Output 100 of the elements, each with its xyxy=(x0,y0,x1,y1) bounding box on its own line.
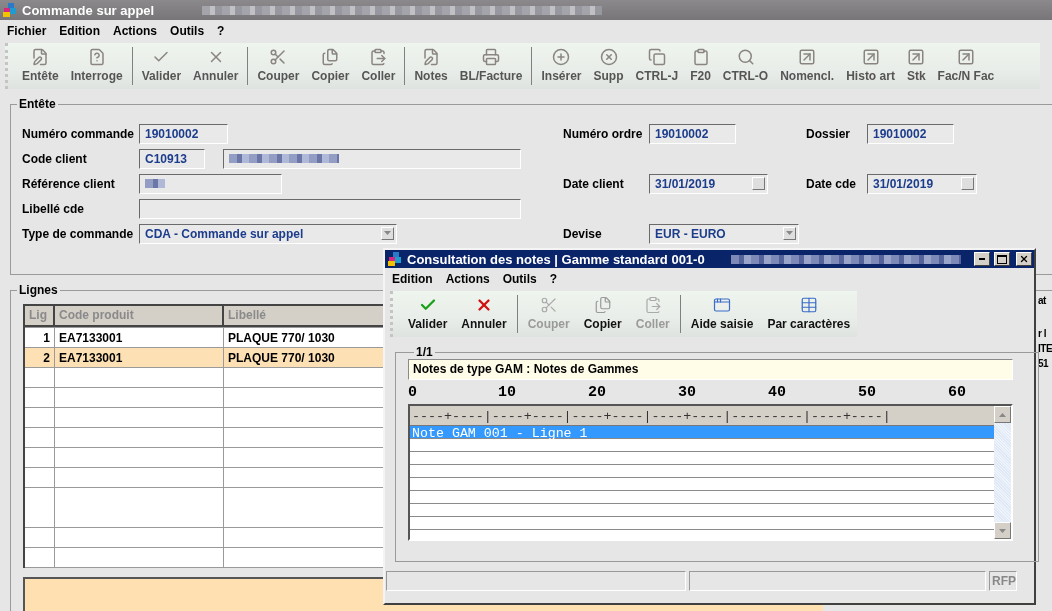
menu-item[interactable]: Edition xyxy=(59,23,101,38)
app-logo-icon xyxy=(2,2,18,18)
text-field[interactable] xyxy=(139,198,521,219)
printer-icon xyxy=(482,48,501,66)
field-label: at xyxy=(1038,295,1046,306)
scissors-icon xyxy=(539,296,558,314)
text-field[interactable] xyxy=(223,148,521,169)
text-field[interactable]: C10913 xyxy=(139,148,205,169)
field-label: Dossier xyxy=(806,126,852,141)
ruler-tick: 60 xyxy=(948,383,967,401)
toolbar-button[interactable]: Annuler xyxy=(187,43,245,89)
app-logo-icon xyxy=(387,251,403,267)
toolbar-button[interactable]: Fac/N Fac xyxy=(931,43,1001,89)
clipboard-icon xyxy=(691,48,710,66)
status-code: RFP xyxy=(989,571,1017,591)
toolbar-button[interactable]: CTRL-J xyxy=(629,43,685,89)
dropdown[interactable]: CDA - Commande sur appel xyxy=(139,223,397,244)
date-field[interactable]: 31/01/2019 xyxy=(649,173,768,194)
up-arrow-icon xyxy=(999,412,1006,417)
calendar-button[interactable] xyxy=(961,176,974,190)
caret-icon xyxy=(786,231,793,235)
toolbar-button[interactable]: BL/Facture xyxy=(453,43,529,89)
dialog-title: Consultation des notes | Gamme standard 001-0 xyxy=(407,251,705,267)
ruler-tick: 20 xyxy=(588,383,607,401)
paste-icon xyxy=(369,48,388,66)
caret-icon xyxy=(384,231,391,235)
toolbar-button[interactable]: Insérer xyxy=(535,43,588,89)
field-label: Numéro ordre xyxy=(563,126,644,141)
notes-editor[interactable]: ----+----|----+----|----+----|----+----|---------|----+----| Note GAM 001 - Ligne 1 xyxy=(408,404,1013,541)
document-question-icon xyxy=(87,48,106,66)
toolbar-button[interactable]: F20 xyxy=(684,43,717,89)
minimize-button[interactable] xyxy=(974,252,990,266)
calendar-button[interactable] xyxy=(752,176,765,190)
toolbar-button[interactable]: Couper xyxy=(251,43,306,89)
toolbar-button[interactable]: Copier xyxy=(305,43,356,89)
plus-circle-icon xyxy=(552,48,571,66)
search-icon xyxy=(736,48,755,66)
x-circle-icon xyxy=(599,48,618,66)
arrow-square-icon xyxy=(956,48,975,66)
toolbar-button[interactable]: Interroge xyxy=(64,43,129,89)
menu-item[interactable]: Outils xyxy=(502,271,537,286)
toolbar-button[interactable]: Entête xyxy=(16,43,65,89)
text-field[interactable]: 19010002 xyxy=(867,123,954,144)
field-label: Type de commande xyxy=(22,226,135,241)
scroll-up-button[interactable] xyxy=(994,406,1011,423)
menu-item[interactable]: Actions xyxy=(445,271,490,286)
toolbar-button[interactable]: Histo art xyxy=(840,43,901,89)
down-arrow-icon xyxy=(999,528,1006,533)
field-label: Numéro commande xyxy=(22,126,136,141)
dropdown-button[interactable] xyxy=(783,226,796,240)
ruler-tick: 40 xyxy=(768,383,787,401)
toolbar-button[interactable]: CTRL-O xyxy=(716,43,775,89)
table-icon xyxy=(799,296,818,314)
toolbar-button[interactable]: Notes xyxy=(408,43,454,89)
close-icon xyxy=(1019,254,1029,264)
field-label: r l xyxy=(1038,328,1046,339)
text-field[interactable]: 19010002 xyxy=(139,123,228,144)
blurred-text xyxy=(145,179,165,188)
field-label: Référence client xyxy=(22,176,116,191)
minimize-icon xyxy=(979,258,985,260)
field-label: 51 xyxy=(1038,358,1049,369)
toolbar-button[interactable]: Coller xyxy=(355,43,402,89)
field-label: Libellé cde xyxy=(22,201,86,216)
menu-item[interactable]: Actions xyxy=(113,23,158,38)
field-label: ITE xyxy=(1038,343,1052,354)
text-field[interactable] xyxy=(139,173,282,194)
copy-icon xyxy=(321,48,340,66)
ruler-tick: 10 xyxy=(498,383,517,401)
menu-item[interactable]: Fichier xyxy=(7,23,47,38)
column-ruler: ----+----|----+----|----+----|----+----|---------|----+----| xyxy=(410,406,994,426)
arrow-square-icon xyxy=(798,48,817,66)
maximize-button[interactable] xyxy=(994,252,1010,266)
date-field[interactable]: 31/01/2019 xyxy=(867,173,977,194)
text-field[interactable]: 19010002 xyxy=(649,123,736,144)
toolbar-button[interactable]: Supp xyxy=(587,43,630,89)
toolbar-button[interactable]: Valider xyxy=(135,43,188,89)
menu-item[interactable]: ? xyxy=(549,271,558,286)
arrow-square-icon xyxy=(861,48,880,66)
document-edit-icon xyxy=(422,48,441,66)
menu-item[interactable]: Edition xyxy=(392,271,433,286)
close-button[interactable] xyxy=(1016,252,1032,266)
dropdown-button[interactable] xyxy=(381,226,394,240)
dropdown[interactable]: EUR - EURO xyxy=(649,223,799,244)
toolbar-button[interactable]: Stk xyxy=(900,43,932,89)
ruler-tick: 50 xyxy=(858,383,877,401)
ruler-tick: 30 xyxy=(678,383,697,401)
scroll-down-button[interactable] xyxy=(994,522,1011,539)
field-label: Code client xyxy=(22,151,88,166)
ruler-tick: 0 xyxy=(408,383,418,401)
panel-title: Entête xyxy=(18,97,57,111)
menu-item[interactable]: ? xyxy=(217,23,225,38)
menu-item[interactable]: Outils xyxy=(170,23,205,38)
windows-icon xyxy=(647,48,666,66)
field-label: Date client xyxy=(563,176,625,191)
note-type-label: Notes de type GAM : Notes de Gammes xyxy=(408,359,1013,380)
scrollbar[interactable] xyxy=(994,406,1011,539)
field-label: Devise xyxy=(563,226,603,241)
scissors-icon xyxy=(269,48,288,66)
toolbar-button[interactable]: Nomencl. xyxy=(774,43,841,89)
arrow-square-icon xyxy=(907,48,926,66)
